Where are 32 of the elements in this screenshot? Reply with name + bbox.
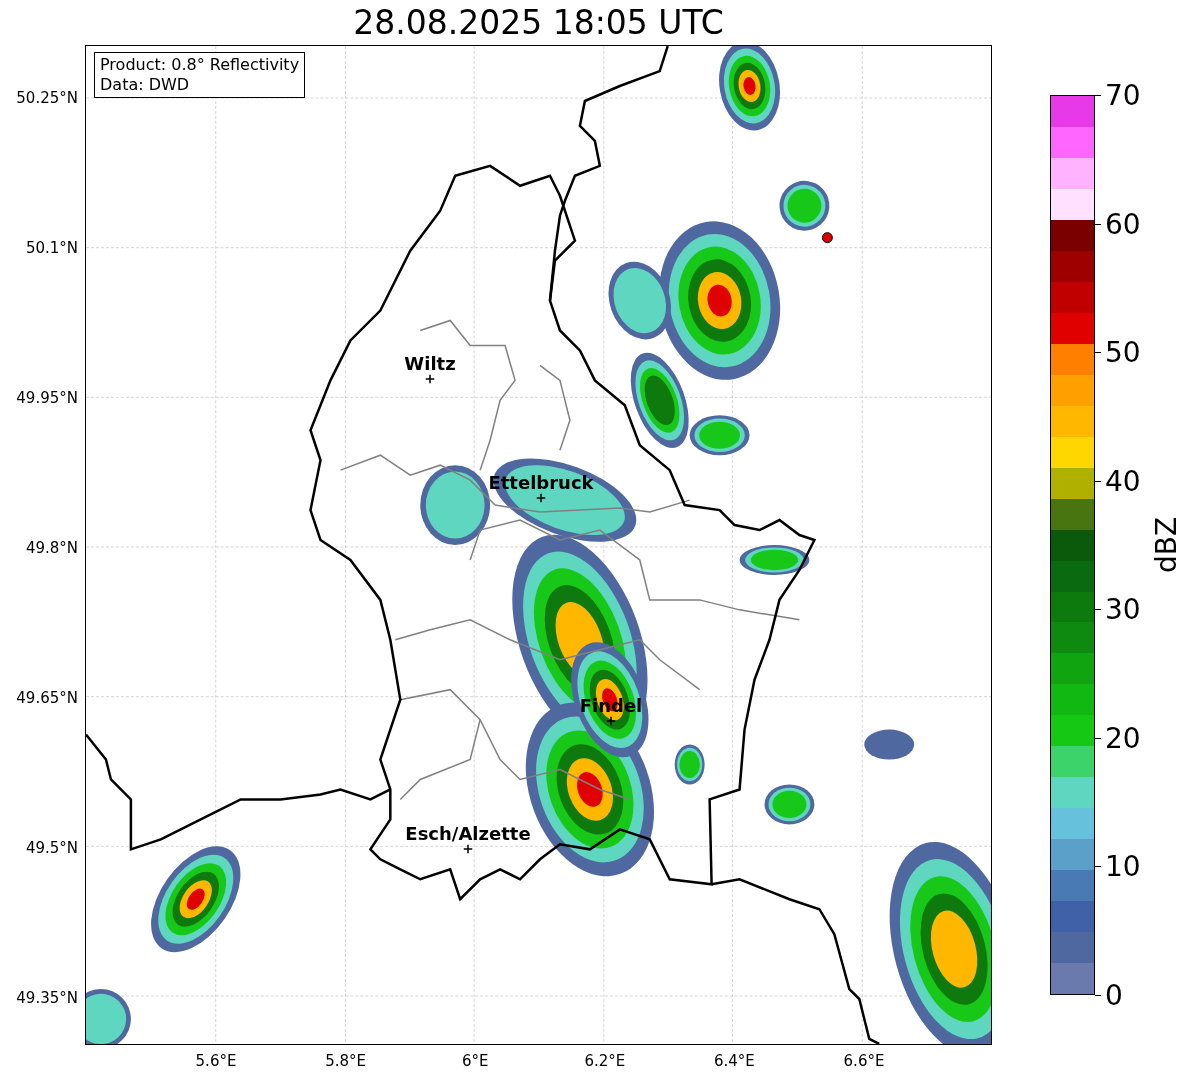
colorbar-tick-label: 30	[1105, 592, 1141, 626]
longitude-label: 6°E	[461, 1052, 489, 1070]
colorbar-tick-label: 50	[1105, 335, 1141, 369]
longitude-label: 6.6°E	[843, 1052, 885, 1070]
latitude-label: 49.95°N	[16, 389, 78, 407]
latitude-label: 49.8°N	[25, 539, 78, 557]
annotation-text: Data: DWD	[100, 75, 191, 95]
cross-marker-icon	[463, 844, 473, 854]
longitude-label: 5.6°E	[195, 1052, 237, 1070]
latitude-label: 50.1°N	[25, 239, 78, 257]
latitude-label: 49.65°N	[16, 689, 78, 707]
city-label: Wiltz	[404, 353, 456, 374]
colorbar-tick-label: 0	[1105, 978, 1123, 1012]
colorbar-tick-label: 20	[1105, 721, 1141, 755]
city-label: Esch/Alzette	[405, 823, 531, 844]
longitude-label: 6.2°E	[584, 1052, 626, 1070]
longitude-label: 5.8°E	[325, 1052, 366, 1070]
latitude-label: 50.25°N	[16, 89, 78, 107]
cross-marker-icon	[425, 374, 435, 384]
colorbar-tick-label: 70	[1105, 78, 1141, 112]
chart-title: 28.08.2025 18:05 UTC	[352, 2, 725, 44]
city-label: Findel	[579, 695, 643, 716]
colorbar-tick-label: 40	[1105, 464, 1141, 498]
longitude-label: 6.4°E	[713, 1052, 755, 1070]
colorbar-label: dBZ	[1149, 516, 1183, 574]
latitude-label: 49.35°N	[16, 989, 78, 1007]
colorbar-tick-label: 60	[1105, 207, 1141, 241]
latitude-label: 49.5°N	[25, 839, 78, 857]
cross-marker-icon	[536, 493, 546, 503]
cross-marker-icon	[606, 716, 616, 726]
annotation-text: Product: 0.8° Reflectivity	[100, 55, 300, 75]
colorbar-tick-label: 10	[1105, 849, 1141, 883]
